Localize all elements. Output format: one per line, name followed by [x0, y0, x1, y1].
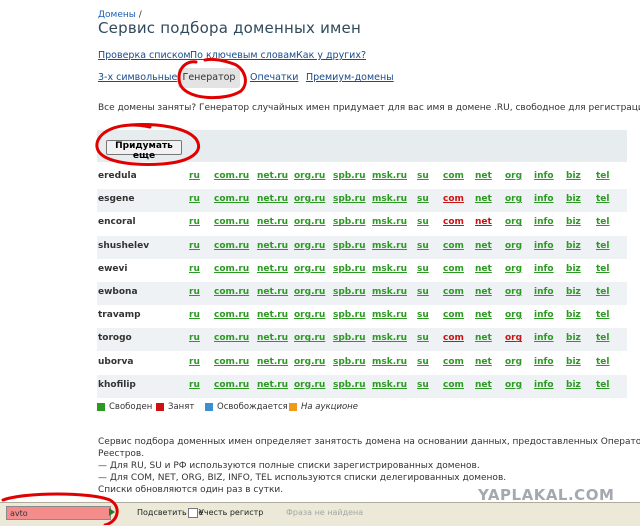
annotation-overlay	[1, 57, 247, 525]
annotation-circle-find-input	[1, 492, 119, 525]
annotation-circle-generate-button	[95, 123, 200, 166]
annotation-circle-generator-tab	[177, 57, 247, 100]
